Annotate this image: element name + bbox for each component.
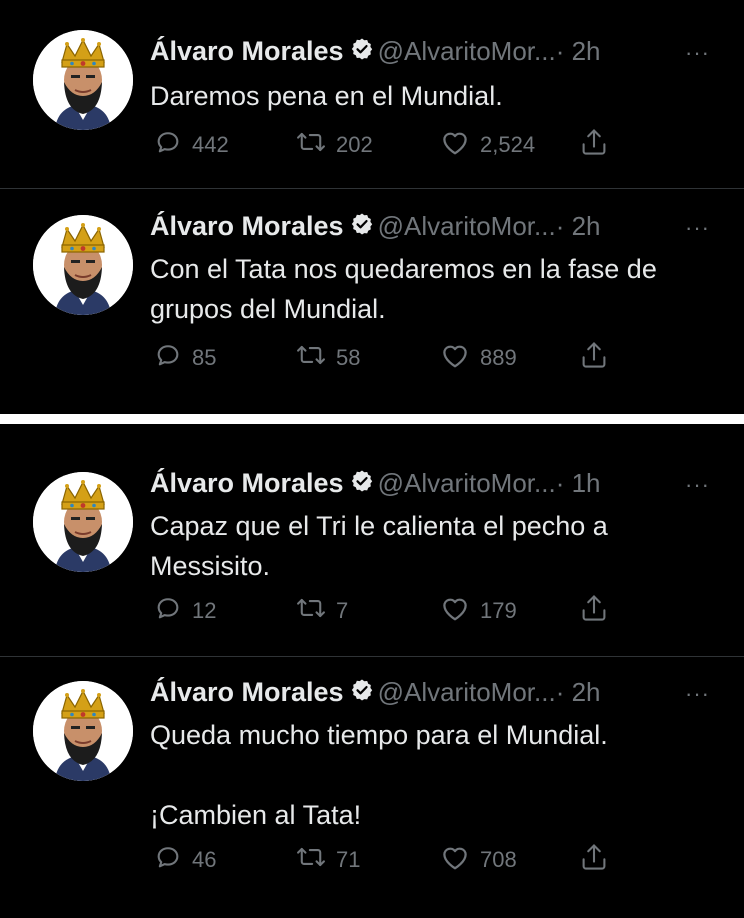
timestamp[interactable]: · 2h <box>556 36 601 66</box>
author-name[interactable]: Álvaro Morales <box>150 468 344 498</box>
reply-count: 46 <box>192 847 217 872</box>
tweet-text: Con el Tata nos quedaremos en la fase de… <box>150 254 657 324</box>
retweet-button[interactable]: 71 <box>296 843 360 877</box>
timestamp[interactable]: · 2h <box>556 677 601 707</box>
tweet-header: Álvaro Morales @AlvaritoMor...· 2h <box>150 677 601 711</box>
reply-button[interactable]: 12 <box>154 594 216 628</box>
retweet-button[interactable]: 58 <box>296 341 360 375</box>
like-button[interactable]: 179 <box>440 594 517 628</box>
share-icon <box>580 593 618 629</box>
tweet-actions: 85 58 889 <box>150 341 630 375</box>
tweet[interactable]: Álvaro Morales @AlvaritoMor...· 1h ··· Ca… <box>0 424 744 656</box>
tweet-text: Queda mucho tiempo para el Mundial. ¡Cam… <box>150 720 608 830</box>
author-handle[interactable]: @AlvaritoMor... <box>378 36 556 66</box>
retweet-icon <box>296 341 336 375</box>
avatar[interactable] <box>33 30 133 130</box>
reply-icon <box>154 341 192 375</box>
share-button[interactable] <box>580 341 618 375</box>
share-icon <box>580 127 618 163</box>
share-icon <box>580 842 618 878</box>
author-handle[interactable]: @AlvaritoMor... <box>378 677 556 707</box>
share-button[interactable] <box>580 594 618 628</box>
tweet-header: Álvaro Morales @AlvaritoMor...· 2h <box>150 211 601 245</box>
reply-button[interactable]: 85 <box>154 341 216 375</box>
tweet-text: Daremos pena en el Mundial. <box>150 81 503 111</box>
tweet-actions: 442 202 2,524 <box>150 128 630 162</box>
reply-button[interactable]: 442 <box>154 128 229 162</box>
more-options-icon[interactable]: ··· <box>685 681 710 707</box>
retweet-icon <box>296 843 336 877</box>
reply-icon <box>154 594 192 628</box>
author-name[interactable]: Álvaro Morales <box>150 36 344 66</box>
like-button[interactable]: 708 <box>440 843 517 877</box>
timestamp[interactable]: · 1h <box>556 468 601 498</box>
author-handle[interactable]: @AlvaritoMor... <box>378 468 556 498</box>
tweet-actions: 46 71 708 <box>150 843 630 877</box>
heart-icon <box>440 843 480 877</box>
more-options-icon[interactable]: ··· <box>685 472 710 498</box>
like-button[interactable]: 889 <box>440 341 517 375</box>
retweet-button[interactable]: 202 <box>296 128 373 162</box>
verified-badge-icon <box>350 212 374 241</box>
heart-icon <box>440 341 480 375</box>
like-count: 708 <box>480 847 517 872</box>
tweet[interactable]: Álvaro Morales @AlvaritoMor...· 2h ··· Qu… <box>0 656 744 918</box>
retweet-count: 71 <box>336 847 361 872</box>
like-count: 2,524 <box>480 132 536 157</box>
author-name[interactable]: Álvaro Morales <box>150 211 344 241</box>
author-name[interactable]: Álvaro Morales <box>150 677 344 707</box>
tweet[interactable]: Álvaro Morales @AlvaritoMor...· 2h ··· Co… <box>0 188 744 414</box>
reply-count: 12 <box>192 598 217 623</box>
share-icon <box>580 340 618 376</box>
reply-icon <box>154 843 192 877</box>
timestamp[interactable]: · 2h <box>556 211 601 241</box>
more-options-icon[interactable]: ··· <box>685 40 710 66</box>
avatar[interactable] <box>33 215 133 315</box>
avatar[interactable] <box>33 681 133 781</box>
retweet-button[interactable]: 7 <box>296 594 348 628</box>
reply-button[interactable]: 46 <box>154 843 216 877</box>
verified-badge-icon <box>350 678 374 707</box>
like-count: 179 <box>480 598 517 623</box>
reply-count: 85 <box>192 345 217 370</box>
screenshot-panel-top: Álvaro Morales @AlvaritoMor...· 2h ··· Da… <box>0 0 744 414</box>
screenshot-panel-bottom: Álvaro Morales @AlvaritoMor...· 1h ··· Ca… <box>0 424 744 918</box>
tweet[interactable]: Álvaro Morales @AlvaritoMor...· 2h ··· Da… <box>0 0 744 188</box>
tweet-text: Capaz que el Tri le calienta el pecho a … <box>150 511 608 581</box>
like-button[interactable]: 2,524 <box>440 128 535 162</box>
retweet-icon <box>296 128 336 162</box>
heart-icon <box>440 128 480 162</box>
like-count: 889 <box>480 345 517 370</box>
share-button[interactable] <box>580 843 618 877</box>
avatar[interactable] <box>33 472 133 572</box>
heart-icon <box>440 594 480 628</box>
reply-icon <box>154 128 192 162</box>
share-button[interactable] <box>580 128 618 162</box>
verified-badge-icon <box>350 469 374 498</box>
retweet-count: 7 <box>336 598 349 623</box>
more-options-icon[interactable]: ··· <box>685 215 710 241</box>
retweet-icon <box>296 594 336 628</box>
tweet-header: Álvaro Morales @AlvaritoMor...· 1h <box>150 468 601 502</box>
retweet-count: 58 <box>336 345 361 370</box>
tweet-actions: 12 7 179 <box>150 594 630 628</box>
reply-count: 442 <box>192 132 229 157</box>
tweet-header: Álvaro Morales @AlvaritoMor...· 2h <box>150 36 601 70</box>
author-handle[interactable]: @AlvaritoMor... <box>378 211 556 241</box>
verified-badge-icon <box>350 37 374 66</box>
retweet-count: 202 <box>336 132 373 157</box>
